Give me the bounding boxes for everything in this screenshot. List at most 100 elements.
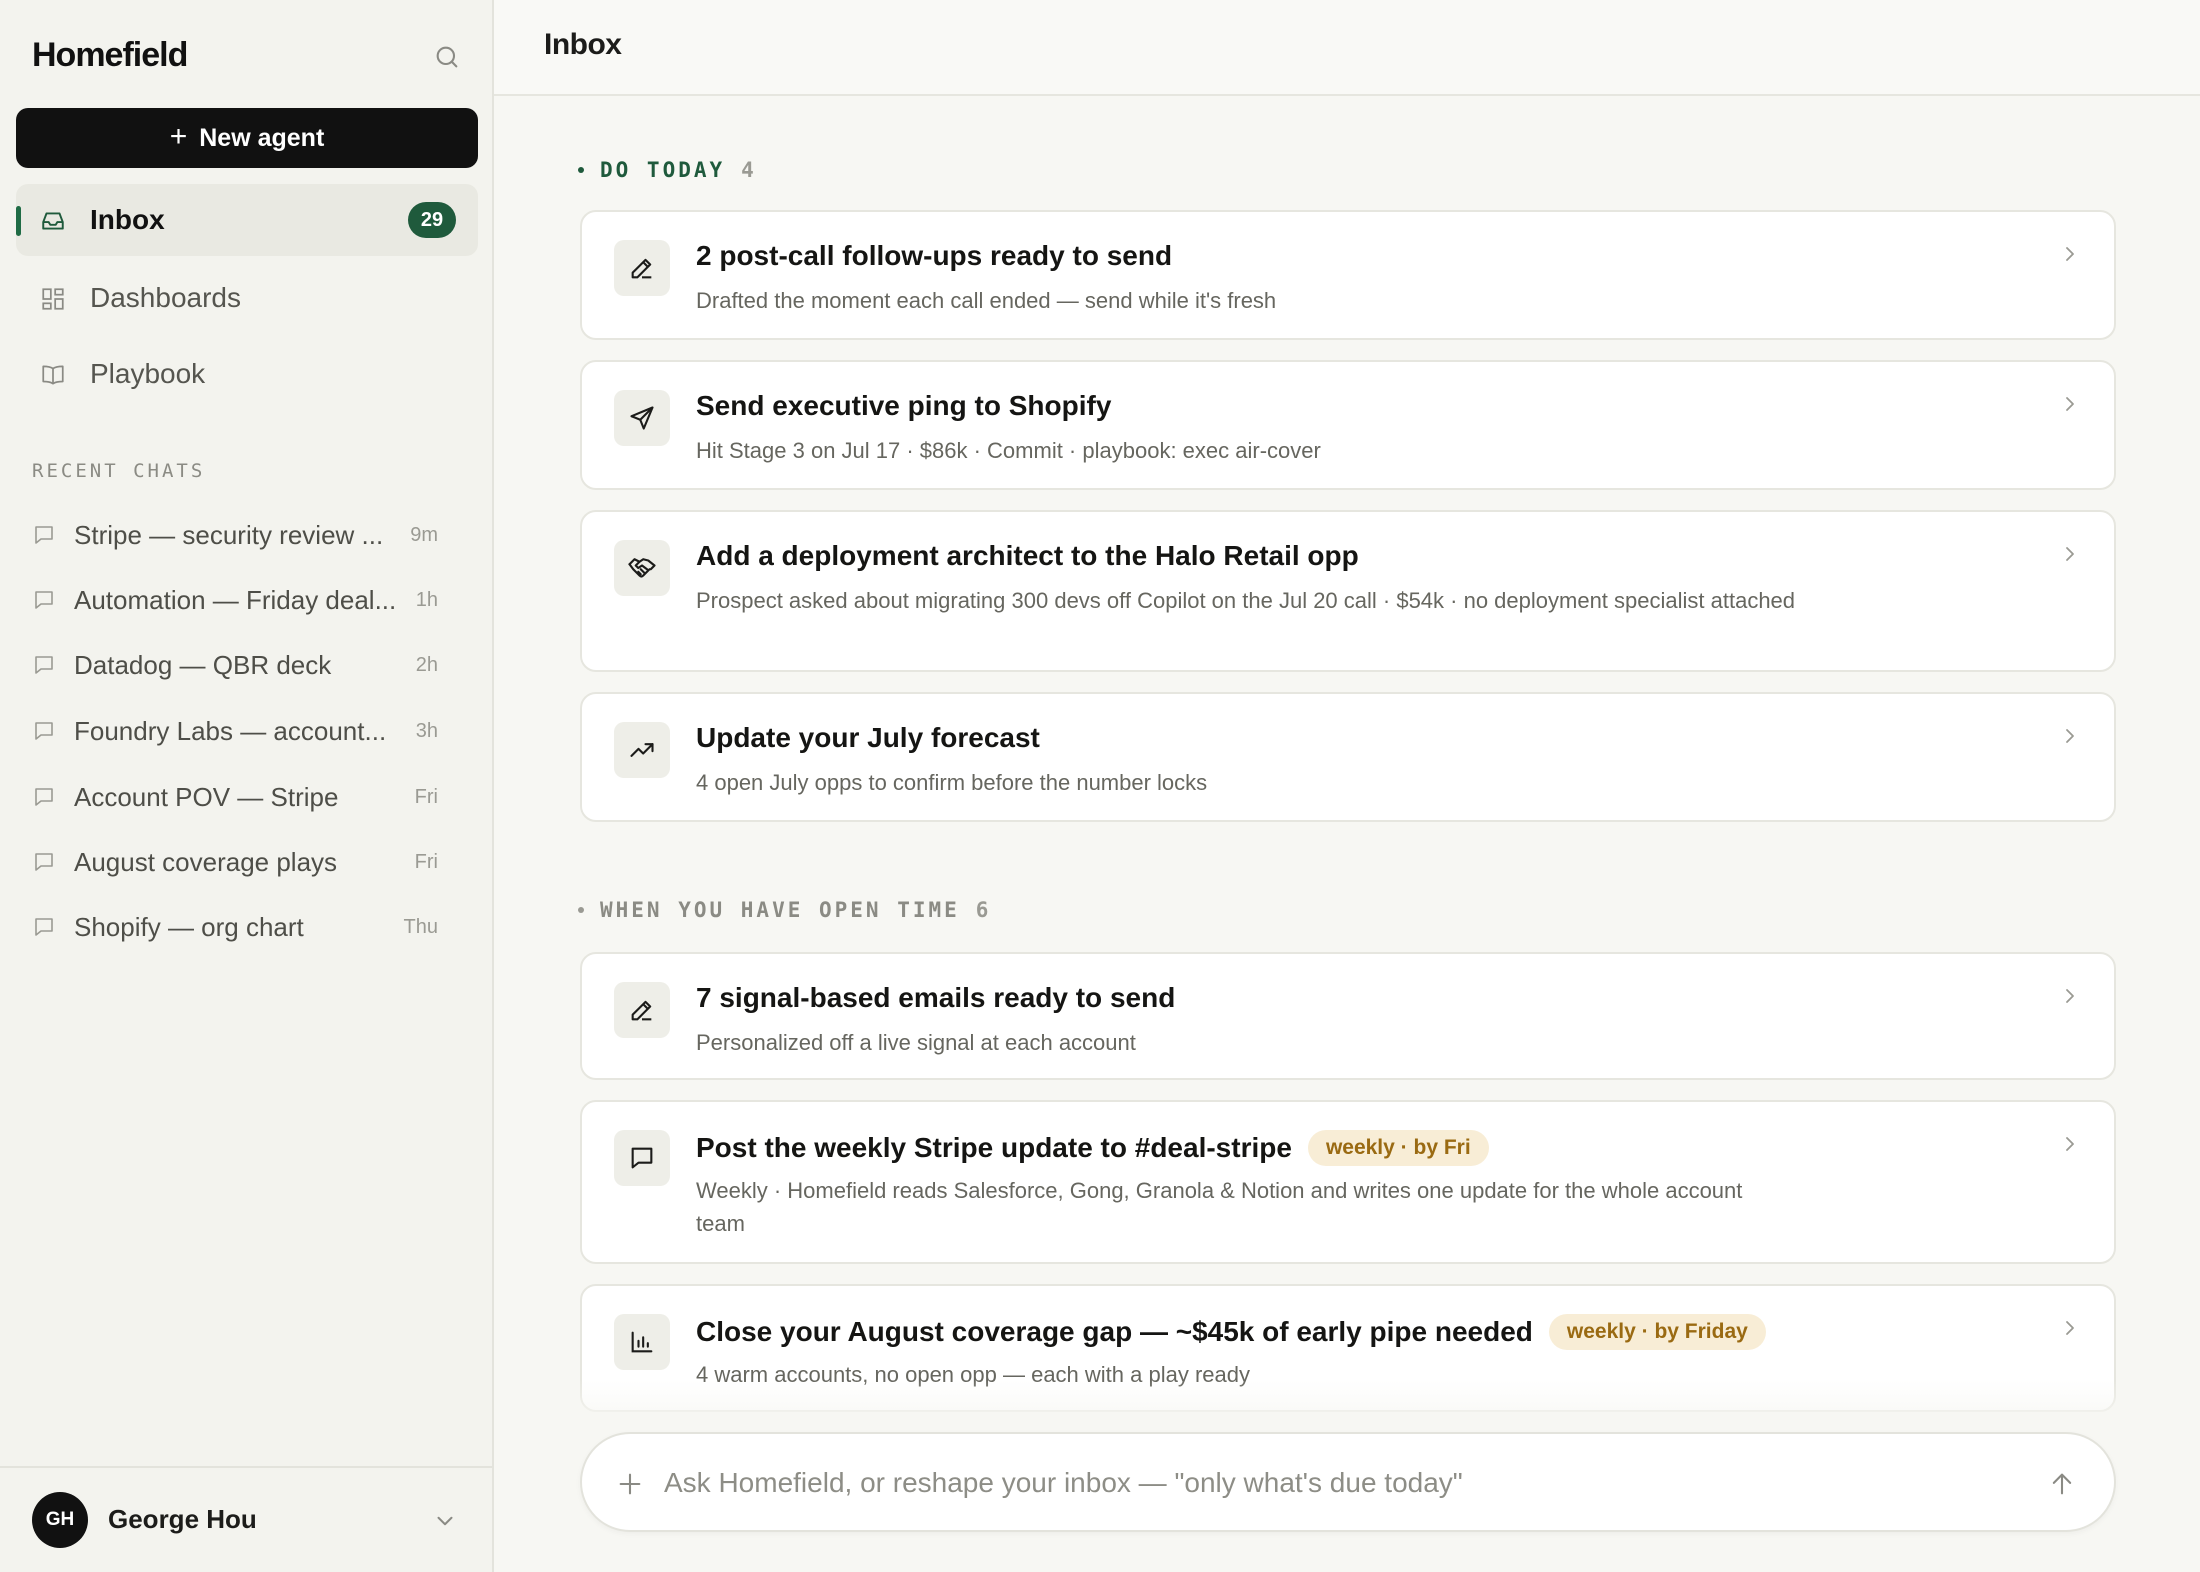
trend-up-icon <box>630 743 654 757</box>
card-icon-box <box>614 982 670 1038</box>
recent-chat-label: August coverage plays <box>74 846 338 877</box>
user-menu[interactable]: GH George Hou <box>0 1466 492 1572</box>
card-title: Post the weekly Stripe update to #deal-s… <box>696 1132 1292 1163</box>
bar-chart-icon <box>631 1331 653 1353</box>
recent-chat-item[interactable]: Foundry Labs — account... 3h <box>16 703 478 759</box>
recent-chat-time: Fri <box>414 785 438 808</box>
chat-bubble-icon <box>35 656 53 674</box>
inbox-card[interactable]: Add a deployment architect to the Halo R… <box>580 510 2116 672</box>
card-title-row: Post the weekly Stripe update to #deal-s… <box>696 1130 1489 1166</box>
recent-chats-heading: RECENT CHATS <box>32 460 206 482</box>
recent-chat-label: Datadog — QBR deck <box>74 649 332 680</box>
top-bar: Inbox <box>494 0 2200 96</box>
recent-chat-item[interactable]: Datadog — QBR deck 2h <box>16 637 478 693</box>
card-icon-box <box>614 240 670 296</box>
recent-chat-label: Automation — Friday deal... <box>74 584 397 615</box>
nav-label-playbook: Playbook <box>90 358 206 389</box>
avatar: GH <box>32 1492 88 1548</box>
group-label: WHEN YOU HAVE OPEN TIME <box>600 898 960 922</box>
chevron-right-icon <box>2066 1137 2074 1151</box>
card-title: 7 signal-based emails ready to send <box>696 982 1176 1013</box>
recent-chat-item[interactable]: August coverage plays Fri <box>16 834 478 890</box>
card-icon-box <box>614 1130 670 1186</box>
card-description: 4 open July opps to confirm before the n… <box>696 770 1208 795</box>
recent-chat-label: Stripe — security review ... <box>74 519 384 550</box>
recent-chat-item[interactable]: Account POV — Stripe Fri <box>16 769 478 825</box>
composer <box>580 1432 2116 1532</box>
search-button[interactable] <box>428 38 466 76</box>
new-agent-button[interactable]: + New agent <box>16 108 478 168</box>
recent-chat-item[interactable]: Shopify — org chart Thu <box>16 899 478 955</box>
group-header-do-today: DO TODAY 4 <box>578 158 757 182</box>
pencil-icon <box>631 1000 652 1021</box>
recent-chat-item[interactable]: Stripe — security review ... 9m <box>16 507 478 563</box>
card-icon-box <box>614 540 670 596</box>
sidebar: Homefield + New agent Inbox 29 Dashboard… <box>0 0 494 1572</box>
plus-icon: + <box>169 120 188 153</box>
group-label: DO TODAY <box>600 158 726 182</box>
card-title: 2 post-call follow-ups ready to send <box>696 240 1173 271</box>
inbox-card[interactable]: 2 post-call follow-ups ready to send Dra… <box>580 210 2116 340</box>
recent-chat-label: Account POV — Stripe <box>74 781 339 812</box>
chevron-right-icon <box>2066 989 2074 1003</box>
card-description: Hit Stage 3 on Jul 17 · $86k · Commit · … <box>696 438 1321 463</box>
inbox-card[interactable]: Post the weekly Stripe update to #deal-s… <box>580 1100 2116 1264</box>
dashboard-icon <box>42 288 64 310</box>
nav-item-playbook[interactable]: Playbook <box>16 338 478 410</box>
new-agent-label: New agent <box>199 123 325 152</box>
card-title-row: 2 post-call follow-ups ready to send <box>696 240 1172 272</box>
nav-item-inbox[interactable]: Inbox 29 <box>16 184 478 256</box>
card-title-row: 7 signal-based emails ready to send <box>696 982 1175 1014</box>
card-title: Send executive ping to Shopify <box>696 390 1112 421</box>
chevron-right-icon <box>2066 729 2074 743</box>
chat-bubble-icon <box>35 918 53 936</box>
brand-logo[interactable]: Homefield <box>32 36 188 75</box>
nav-label-inbox: Inbox <box>90 204 165 235</box>
chevron-right-icon <box>2066 547 2074 561</box>
chevron-right-icon <box>2066 397 2074 411</box>
inbox-card[interactable]: Update your July forecast 4 open July op… <box>580 692 2116 822</box>
card-title: Close your August coverage gap — ~$45k o… <box>696 1316 1533 1347</box>
chat-bubble-icon <box>35 788 53 806</box>
card-description: Weekly · Homefield reads Salesforce, Gon… <box>696 1178 1743 1236</box>
nav-item-dashboards[interactable]: Dashboards <box>16 262 478 334</box>
group-dot <box>578 167 584 173</box>
card-title: Update your July forecast <box>696 722 1040 753</box>
chat-bubble-icon <box>35 591 53 609</box>
inbox-card[interactable]: 7 signal-based emails ready to send Pers… <box>580 952 2116 1080</box>
card-description: Prospect asked about migrating 300 devs … <box>696 588 1796 613</box>
send-arrow-up-icon[interactable] <box>2048 1470 2076 1498</box>
group-header-open-time: WHEN YOU HAVE OPEN TIME 6 <box>578 898 991 922</box>
group-count: 6 <box>975 898 992 922</box>
ask-input[interactable] <box>664 1460 2014 1506</box>
nav-label-dashboards: Dashboards <box>90 282 241 313</box>
plus-icon[interactable] <box>616 1470 644 1498</box>
send-icon <box>630 406 654 430</box>
chevron-right-icon <box>2066 1321 2074 1335</box>
recent-chat-time: 9m <box>410 523 438 546</box>
user-name: George Hou <box>108 1504 257 1534</box>
recent-chat-time: 1h <box>415 588 438 611</box>
recent-chat-label: Foundry Labs — account... <box>74 715 387 746</box>
chat-bubble-icon <box>35 853 53 871</box>
recent-chat-label: Shopify — org chart <box>74 911 304 942</box>
inbox-card[interactable]: Send executive ping to Shopify Hit Stage… <box>580 360 2116 490</box>
handshake-icon <box>628 558 656 578</box>
chat-bubble-icon <box>35 526 53 544</box>
chat-bubble-icon <box>35 722 53 740</box>
card-title-row: Add a deployment architect to the Halo R… <box>696 540 1359 572</box>
card-icon-box <box>614 1314 670 1370</box>
card-description: Drafted the moment each call ended — sen… <box>696 288 1277 313</box>
cadence-tag: weekly · by Fri <box>1307 1130 1489 1166</box>
recent-chat-time: Fri <box>414 850 438 873</box>
card-icon-box <box>614 390 670 446</box>
group-count: 4 <box>741 158 757 182</box>
chevron-down-icon[interactable] <box>432 1508 458 1534</box>
card-icon-box <box>614 722 670 778</box>
inbox-icon <box>42 212 64 230</box>
message-icon <box>631 1147 653 1169</box>
recent-chat-item[interactable]: Automation — Friday deal... 1h <box>16 572 478 628</box>
card-title: Add a deployment architect to the Halo R… <box>696 540 1359 571</box>
page-title: Inbox <box>544 28 622 61</box>
recent-chat-time: 2h <box>415 653 438 676</box>
